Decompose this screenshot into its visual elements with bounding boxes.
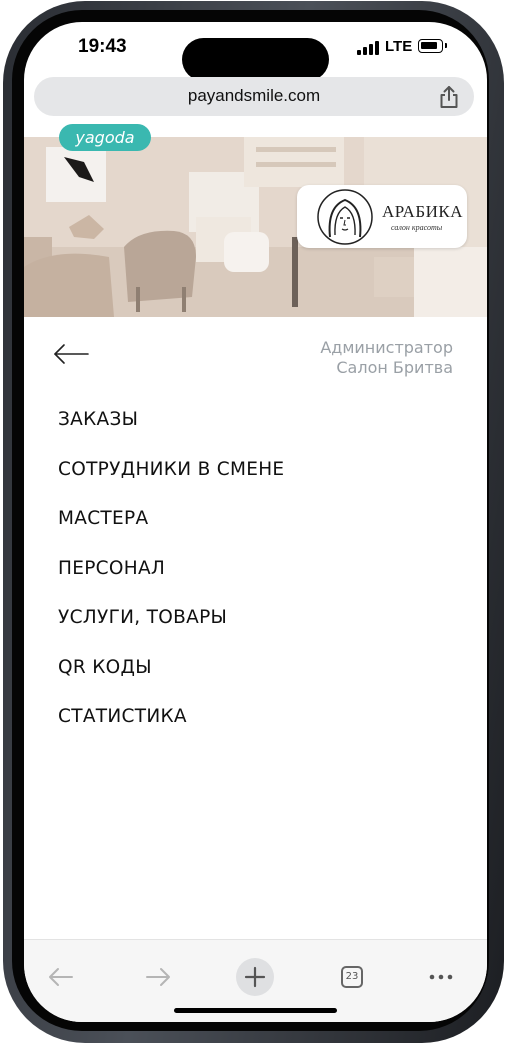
nav-forward-icon[interactable]: [136, 955, 180, 999]
share-icon[interactable]: [438, 85, 460, 109]
menu-item-statistics[interactable]: СТАТИСТИКА: [58, 705, 284, 755]
user-role: Администратор Салон Бритва: [320, 338, 453, 378]
screen: 19:43 LTE payandsmile.com yagoda АРАБИКА…: [24, 22, 487, 1022]
status-time: 19:43: [78, 36, 127, 57]
signal-icon: [357, 41, 379, 55]
tabs-button[interactable]: 23: [330, 955, 374, 999]
battery-icon: [418, 39, 447, 53]
brand-logo: yagoda: [59, 124, 151, 151]
main-menu: ЗАКАЗЫ СОТРУДНИКИ В СМЕНЕ МАСТЕРА ПЕРСОН…: [58, 408, 284, 755]
network-type: LTE: [385, 38, 413, 55]
salon-logo-card: АРАБИКА салон красоты: [297, 185, 467, 248]
salon-logo-subtitle: салон красоты: [391, 223, 443, 232]
menu-item-orders[interactable]: ЗАКАЗЫ: [58, 408, 284, 458]
salon-name: Салон Бритва: [336, 358, 453, 377]
nav-back-icon[interactable]: [39, 955, 83, 999]
salon-logo-face-icon: [317, 189, 373, 245]
url-text[interactable]: payandsmile.com: [34, 86, 474, 106]
menu-item-personnel[interactable]: ПЕРСОНАЛ: [58, 557, 284, 607]
tabs-icon[interactable]: 23: [341, 966, 363, 988]
salon-banner: АРАБИКА салон красоты: [24, 137, 487, 317]
new-tab-button[interactable]: [233, 955, 277, 999]
new-tab-icon[interactable]: [236, 958, 274, 996]
more-icon[interactable]: [419, 955, 463, 999]
menu-item-staff-on-shift[interactable]: СОТРУДНИКИ В СМЕНЕ: [58, 458, 284, 508]
menu-item-masters[interactable]: МАСТЕРА: [58, 507, 284, 557]
dynamic-island: [182, 38, 329, 81]
back-arrow-icon[interactable]: [53, 342, 89, 366]
home-indicator[interactable]: [174, 1008, 337, 1013]
role-title: Администратор: [320, 338, 453, 357]
menu-item-qr-codes[interactable]: QR КОДЫ: [58, 656, 284, 706]
salon-logo-name: АРАБИКА: [382, 202, 463, 221]
address-bar[interactable]: payandsmile.com: [34, 77, 474, 116]
status-bar: 19:43 LTE: [24, 22, 487, 81]
menu-item-services-goods[interactable]: УСЛУГИ, ТОВАРЫ: [58, 606, 284, 656]
